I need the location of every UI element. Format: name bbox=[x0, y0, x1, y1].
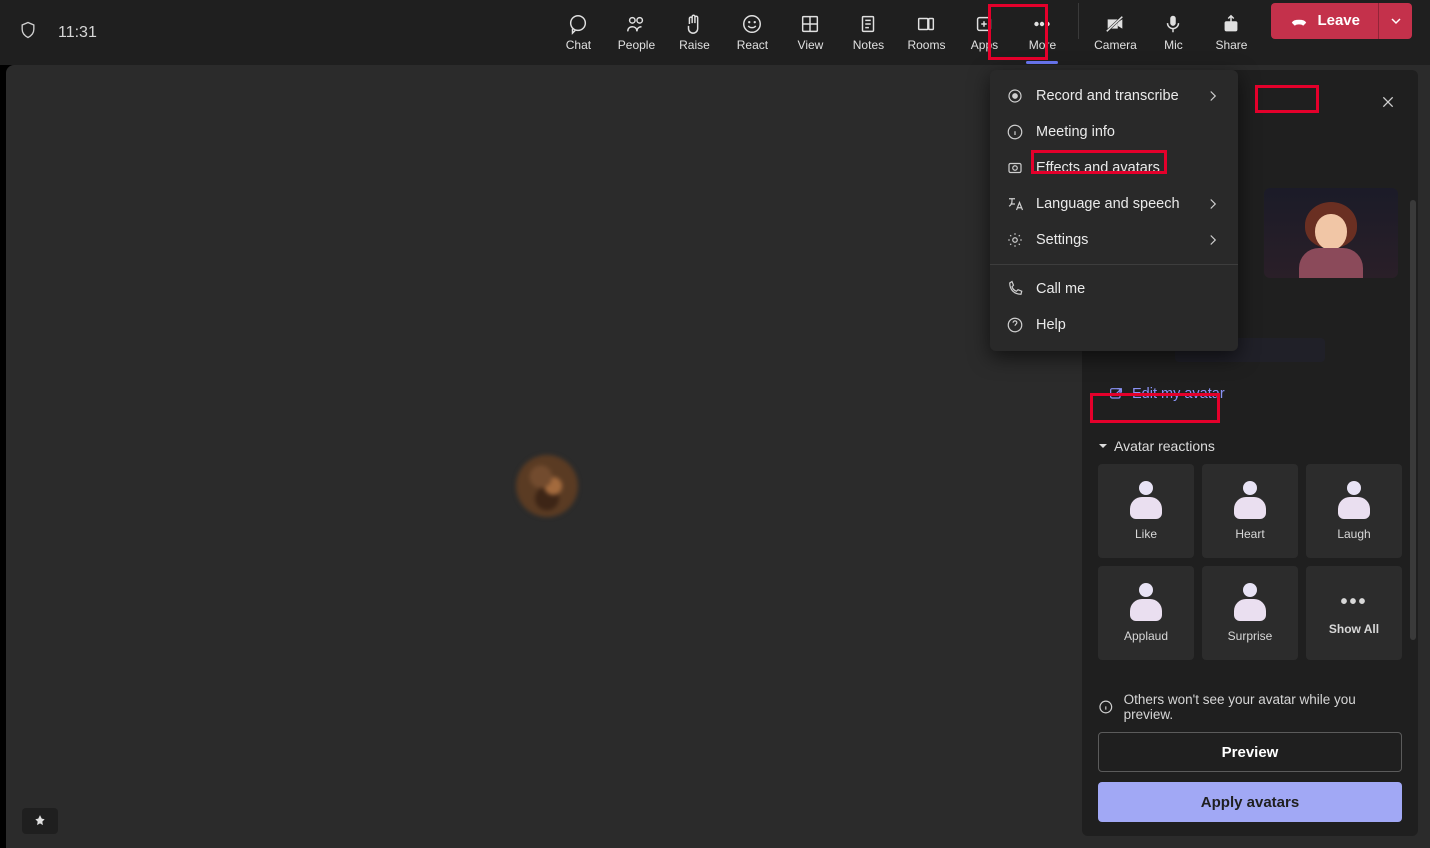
reaction-surprise-label: Surprise bbox=[1228, 629, 1273, 643]
people-label: People bbox=[618, 38, 655, 52]
panel-scrollbar[interactable] bbox=[1410, 200, 1416, 640]
topbar-left: 11:31 bbox=[18, 20, 97, 45]
avatar-option-tile[interactable] bbox=[1264, 188, 1398, 278]
panel-close-button[interactable] bbox=[1374, 88, 1402, 116]
panel-footer: Others won't see your avatar while you p… bbox=[1098, 682, 1402, 822]
menu-language-speech[interactable]: Language and speech bbox=[990, 186, 1238, 222]
menu-effects-label: Effects and avatars bbox=[1036, 160, 1160, 176]
apply-avatars-button[interactable]: Apply avatars bbox=[1098, 782, 1402, 822]
pin-button[interactable] bbox=[22, 808, 58, 834]
reaction-surprise[interactable]: Surprise bbox=[1202, 566, 1298, 660]
menu-settings[interactable]: Settings bbox=[990, 222, 1238, 258]
rooms-label: Rooms bbox=[907, 38, 945, 52]
leave-label: Leave bbox=[1317, 12, 1360, 29]
menu-info-label: Meeting info bbox=[1036, 124, 1115, 140]
reaction-showall-label: Show All bbox=[1329, 622, 1379, 636]
ellipsis-icon: ••• bbox=[1340, 591, 1367, 614]
reaction-laugh-label: Laugh bbox=[1337, 527, 1370, 541]
more-dropdown: Record and transcribe Meeting info Effec… bbox=[990, 70, 1238, 351]
view-button[interactable]: View bbox=[782, 3, 838, 63]
people-button[interactable]: People bbox=[608, 3, 664, 63]
avatar-reactions-toggle[interactable]: Avatar reactions bbox=[1098, 438, 1402, 454]
reaction-applaud[interactable]: Applaud bbox=[1098, 566, 1194, 660]
preview-info-text: Others won't see your avatar while you p… bbox=[1124, 692, 1402, 722]
notes-button[interactable]: Notes bbox=[840, 3, 896, 63]
meeting-topbar: 11:31 Chat People Raise React View Notes bbox=[0, 0, 1430, 65]
preview-button-label: Preview bbox=[1222, 744, 1279, 761]
chat-button[interactable]: Chat bbox=[550, 3, 606, 63]
avatar-figure-icon bbox=[1291, 198, 1371, 278]
preview-info: Others won't see your avatar while you p… bbox=[1098, 692, 1402, 722]
apps-label: Apps bbox=[971, 38, 998, 52]
reaction-heart-label: Heart bbox=[1235, 527, 1264, 541]
more-button[interactable]: More bbox=[1014, 3, 1070, 63]
reaction-like-label: Like bbox=[1135, 527, 1157, 541]
chevron-right-icon bbox=[1204, 231, 1222, 249]
camera-button[interactable]: Camera bbox=[1087, 3, 1143, 63]
toolbar-divider bbox=[1078, 3, 1079, 39]
participant-avatar[interactable] bbox=[516, 455, 578, 517]
reactions-header-label: Avatar reactions bbox=[1114, 438, 1215, 454]
react-label: React bbox=[737, 38, 768, 52]
reactions-grid: Like Heart Laugh Applaud Surprise bbox=[1098, 464, 1402, 660]
menu-record-label: Record and transcribe bbox=[1036, 88, 1179, 104]
menu-language-label: Language and speech bbox=[1036, 196, 1180, 212]
leave-caret-button[interactable] bbox=[1378, 3, 1412, 39]
menu-help-label: Help bbox=[1036, 317, 1066, 333]
menu-meeting-info[interactable]: Meeting info bbox=[990, 114, 1238, 150]
menu-help[interactable]: Help bbox=[990, 307, 1238, 343]
share-button[interactable]: Share bbox=[1203, 3, 1259, 63]
meeting-toolbar: Chat People Raise React View Notes Rooms bbox=[550, 3, 1412, 63]
chevron-right-icon bbox=[1204, 87, 1222, 105]
menu-effects-avatars[interactable]: Effects and avatars bbox=[990, 150, 1238, 186]
menu-call-me[interactable]: Call me bbox=[990, 271, 1238, 307]
notes-label: Notes bbox=[853, 38, 884, 52]
more-label: More bbox=[1029, 38, 1056, 52]
leave-button[interactable]: Leave bbox=[1271, 3, 1378, 39]
menu-settings-label: Settings bbox=[1036, 232, 1088, 248]
rooms-button[interactable]: Rooms bbox=[898, 3, 954, 63]
chevron-right-icon bbox=[1204, 195, 1222, 213]
react-button[interactable]: React bbox=[724, 3, 780, 63]
chat-label: Chat bbox=[566, 38, 591, 52]
menu-callme-label: Call me bbox=[1036, 281, 1085, 297]
camera-label: Camera bbox=[1094, 38, 1137, 52]
edit-avatar-link[interactable]: Edit my avatar bbox=[1102, 382, 1231, 406]
apply-button-label: Apply avatars bbox=[1201, 794, 1299, 811]
shield-icon bbox=[18, 20, 38, 45]
reaction-heart[interactable]: Heart bbox=[1202, 464, 1298, 558]
meeting-elapsed-time: 11:31 bbox=[58, 24, 97, 42]
avatar-reactions-section: Avatar reactions Like Heart Laugh Appla bbox=[1098, 438, 1402, 660]
raise-hand-button[interactable]: Raise bbox=[666, 3, 722, 63]
menu-separator bbox=[990, 264, 1238, 265]
reaction-applaud-label: Applaud bbox=[1124, 629, 1168, 643]
mic-button[interactable]: Mic bbox=[1145, 3, 1201, 63]
view-label: View bbox=[798, 38, 824, 52]
reaction-show-all[interactable]: ••• Show All bbox=[1306, 566, 1402, 660]
reaction-laugh[interactable]: Laugh bbox=[1306, 464, 1402, 558]
share-label: Share bbox=[1215, 38, 1247, 52]
preview-button[interactable]: Preview bbox=[1098, 732, 1402, 772]
menu-record-transcribe[interactable]: Record and transcribe bbox=[990, 78, 1238, 114]
edit-avatar-label: Edit my avatar bbox=[1132, 386, 1225, 402]
reaction-like[interactable]: Like bbox=[1098, 464, 1194, 558]
mic-label: Mic bbox=[1164, 38, 1183, 52]
leave-group: Leave bbox=[1271, 3, 1412, 39]
apps-button[interactable]: Apps bbox=[956, 3, 1012, 63]
raise-label: Raise bbox=[679, 38, 710, 52]
